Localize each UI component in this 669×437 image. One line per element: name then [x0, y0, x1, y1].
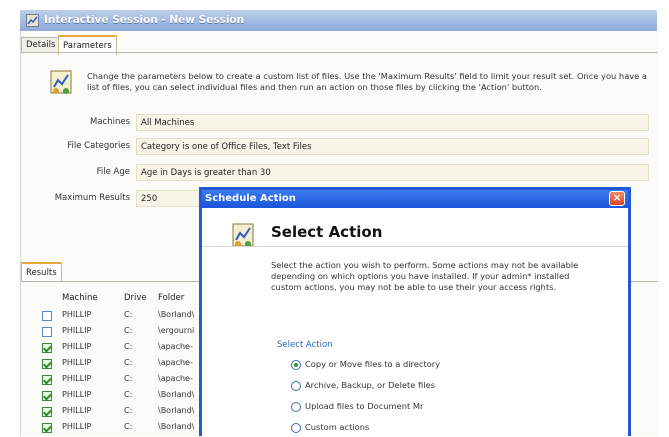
dialog-description: Select the action you wish to perform. S…	[271, 260, 579, 292]
cell-machine: PHILLIP	[62, 422, 92, 431]
maximum-results-field[interactable]: 250	[136, 190, 201, 207]
cell-drive: C:	[124, 326, 133, 335]
cell-machine: PHILLIP	[62, 390, 92, 399]
table-row[interactable]: PHILLIP C: \apache-	[21, 341, 201, 357]
radio-button[interactable]	[291, 360, 301, 370]
column-header-drive[interactable]: Drive	[124, 293, 147, 303]
window-title-bar[interactable]: Interactive Session - New Session	[20, 10, 657, 31]
cell-machine: PHILLIP	[62, 374, 92, 383]
tab-details[interactable]: Details	[21, 37, 61, 53]
wizard-icon	[26, 14, 39, 27]
action-option-radio[interactable]: Copy or Move files to a directory	[291, 359, 591, 373]
dialog-title: Schedule Action	[205, 193, 296, 204]
table-row[interactable]: PHILLIP C: \apache-	[21, 357, 201, 373]
cell-folder: \Borland\	[158, 390, 195, 399]
select-action-group-label: Select Action	[277, 340, 333, 350]
row-checkbox[interactable]	[42, 391, 52, 401]
cell-folder: \apache-	[158, 342, 193, 351]
table-row[interactable]: PHILLIP C: \Borland\	[21, 421, 201, 437]
cell-folder: \apache-	[158, 374, 193, 383]
close-icon[interactable]: ×	[609, 191, 625, 206]
column-header-folder[interactable]: Folder	[158, 293, 184, 303]
action-option-radio[interactable]: Upload files to Document Mr	[291, 401, 591, 415]
column-header-machine[interactable]: Machine	[62, 293, 98, 303]
cell-folder: \apache-	[158, 358, 193, 367]
table-row[interactable]: PHILLIP C: \ergourni	[21, 325, 201, 341]
cell-machine: PHILLIP	[62, 358, 92, 367]
table-row[interactable]: PHILLIP C: \Borland\	[21, 389, 201, 405]
row-checkbox[interactable]	[42, 375, 52, 385]
tab-results[interactable]: Results	[21, 262, 62, 282]
radio-label: Archive, Backup, or Delete files	[305, 380, 435, 390]
wizard-icon	[50, 70, 72, 94]
table-row[interactable]: PHILLIP C: \Borland\	[21, 405, 201, 421]
file-age-field[interactable]: Age in Days is greater than 30	[136, 164, 649, 181]
cell-machine: PHILLIP	[62, 310, 92, 319]
tab-divider	[21, 52, 658, 53]
action-option-radio[interactable]: Custom actions	[291, 422, 591, 436]
cell-drive: C:	[124, 422, 133, 431]
schedule-action-dialog: Schedule Action × Select Action Select t…	[199, 187, 631, 436]
row-checkbox[interactable]	[42, 311, 52, 321]
wizard-icon	[232, 223, 254, 247]
radio-button[interactable]	[291, 423, 301, 433]
file-age-label: File Age	[96, 167, 130, 177]
cell-drive: C:	[124, 390, 133, 399]
row-checkbox[interactable]	[42, 407, 52, 417]
dialog-title-bar[interactable]: Schedule Action ×	[202, 190, 628, 208]
dialog-heading: Select Action	[271, 223, 383, 241]
maximum-results-label: Maximum Results	[54, 193, 130, 203]
radio-label: Copy or Move files to a directory	[305, 359, 441, 369]
row-checkbox[interactable]	[42, 423, 52, 433]
cell-drive: C:	[124, 310, 133, 319]
cell-drive: C:	[124, 406, 133, 415]
machines-label: Machines	[89, 117, 130, 127]
cell-drive: C:	[124, 374, 133, 383]
cell-machine: PHILLIP	[62, 406, 92, 415]
cell-folder: \ergourni	[158, 326, 195, 335]
window-title: Interactive Session - New Session	[44, 14, 245, 26]
table-row[interactable]: PHILLIP C: \apache-	[21, 373, 201, 389]
cell-machine: PHILLIP	[62, 326, 92, 335]
cell-drive: C:	[124, 358, 133, 367]
row-checkbox[interactable]	[42, 359, 52, 369]
machines-field[interactable]: All Machines	[136, 114, 649, 131]
radio-label: Upload files to Document Mr	[305, 401, 424, 411]
row-checkbox[interactable]	[42, 343, 52, 353]
action-option-radio[interactable]: Archive, Backup, or Delete files	[291, 380, 591, 394]
table-row[interactable]: PHILLIP C: \Borland\	[21, 309, 201, 325]
cell-folder: \Borland\	[158, 310, 195, 319]
cell-drive: C:	[124, 342, 133, 351]
parameters-description: Change the parameters below to create a …	[87, 71, 648, 92]
radio-button[interactable]	[291, 381, 301, 391]
cell-machine: PHILLIP	[62, 342, 92, 351]
dialog-header-divider	[202, 246, 628, 247]
cell-folder: \Borland\	[158, 406, 195, 415]
cell-folder: \Borland\	[158, 422, 195, 431]
file-categories-label: File Categories	[67, 141, 130, 151]
file-categories-field[interactable]: Category is one of Office Files, Text Fi…	[136, 138, 649, 155]
radio-label: Custom actions	[305, 422, 370, 432]
row-checkbox[interactable]	[42, 327, 52, 337]
radio-button[interactable]	[291, 402, 301, 412]
